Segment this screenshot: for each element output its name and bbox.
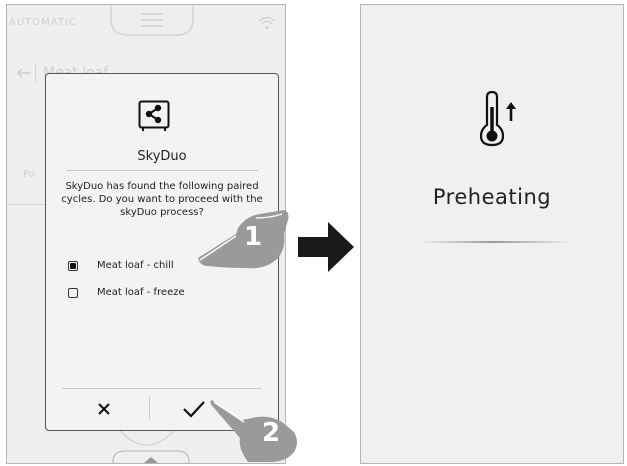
close-icon bbox=[98, 403, 110, 415]
menu-tab[interactable] bbox=[109, 5, 195, 45]
bottom-tab[interactable] bbox=[111, 445, 191, 464]
divider bbox=[35, 63, 36, 83]
preheating-title: Preheating bbox=[432, 185, 552, 209]
progress-line bbox=[417, 241, 573, 243]
back-arrow-icon[interactable] bbox=[15, 67, 33, 79]
option-label: Meat loaf - chill bbox=[97, 260, 174, 271]
checkbox-unchecked[interactable] bbox=[68, 287, 78, 298]
option-meat-loaf-freeze[interactable]: Meat loaf - freeze bbox=[68, 287, 185, 298]
right-screen: Preheating bbox=[360, 4, 624, 464]
wifi-icon bbox=[258, 16, 276, 29]
faded-label: Po bbox=[23, 169, 35, 180]
divider bbox=[66, 170, 258, 171]
mode-label: AUTOMATIC bbox=[9, 17, 77, 28]
arrow-right-icon bbox=[298, 222, 354, 272]
option-meat-loaf-chill[interactable]: Meat loaf - chill bbox=[68, 260, 174, 271]
checkmark-icon bbox=[183, 401, 205, 418]
divider bbox=[149, 396, 150, 420]
hand-pointer-icon bbox=[210, 400, 297, 462]
divider bbox=[9, 204, 49, 205]
divider bbox=[62, 388, 262, 389]
cancel-button[interactable] bbox=[74, 394, 134, 424]
option-label: Meat loaf - freeze bbox=[97, 287, 185, 298]
step-number: 1 bbox=[244, 222, 263, 252]
share-icon bbox=[138, 100, 170, 131]
step-number: 2 bbox=[262, 418, 281, 448]
thermometer-up-icon bbox=[479, 91, 516, 147]
checkbox-checked[interactable] bbox=[68, 260, 78, 271]
dialog-title: SkyDuo bbox=[137, 149, 187, 164]
